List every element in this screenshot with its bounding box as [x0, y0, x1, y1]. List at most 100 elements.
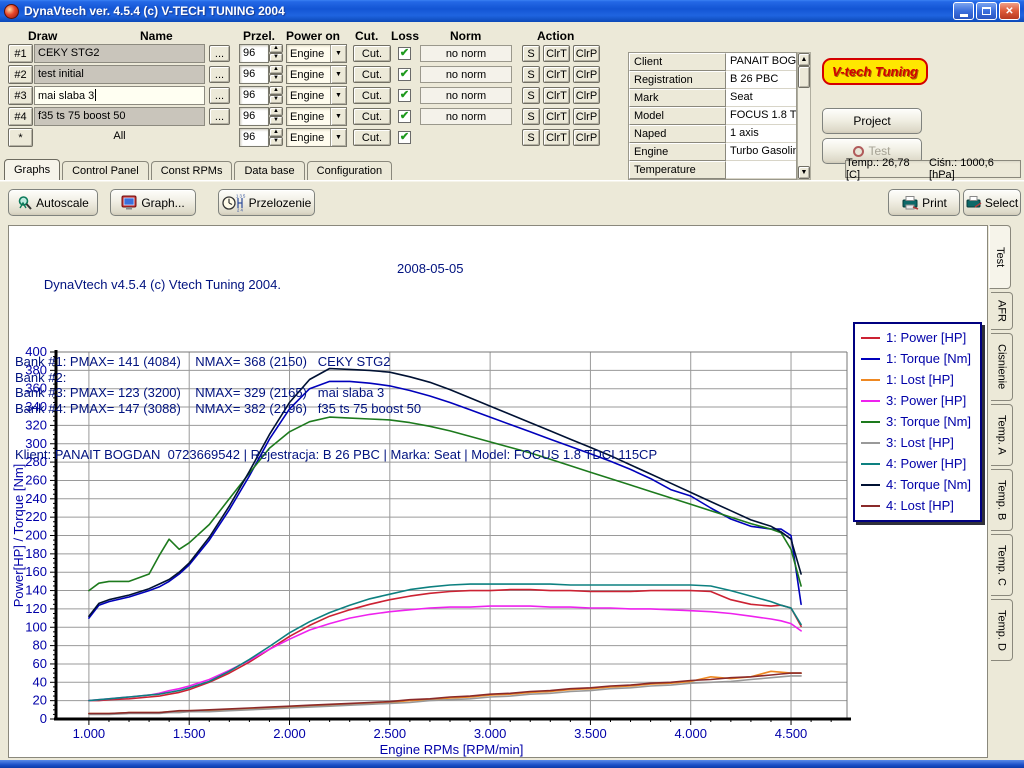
przel-value[interactable]: 96	[239, 44, 269, 63]
side-tab-temp-c[interactable]: Temp. C	[991, 534, 1013, 596]
side-tab-test[interactable]: Test	[989, 225, 1011, 289]
client-field-label: Registration	[629, 71, 726, 89]
spin-down-icon[interactable]: ▼	[269, 116, 283, 125]
browse-button[interactable]: ...	[209, 87, 230, 104]
norm-button[interactable]: no norm	[420, 108, 512, 125]
cut-button[interactable]: Cut.	[353, 45, 391, 62]
power-on-select[interactable]: Engine▼	[286, 65, 347, 84]
clrt-button[interactable]: ClrT	[543, 66, 570, 83]
tab-configuration[interactable]: Configuration	[307, 161, 392, 180]
client-field-value[interactable]: B 26 PBC	[726, 71, 797, 89]
clrt-button[interactable]: ClrT	[543, 45, 570, 62]
s-button[interactable]: S	[522, 108, 540, 125]
spin-up-icon[interactable]: ▲	[269, 107, 283, 116]
cut-button[interactable]: Cut.	[353, 87, 391, 104]
s-button[interactable]: S	[522, 66, 540, 83]
s-button[interactable]: S	[522, 87, 540, 104]
przel-spinner[interactable]: ▲▼	[269, 86, 283, 105]
graph-button[interactable]: Graph...	[110, 189, 196, 216]
client-field-value[interactable]: 1 axis	[726, 125, 797, 143]
cut-button[interactable]: Cut.	[353, 129, 391, 146]
norm-button[interactable]: no norm	[420, 87, 512, 104]
spin-down-icon[interactable]: ▼	[269, 74, 283, 83]
s-button[interactable]: S	[522, 129, 540, 146]
spin-down-icon[interactable]: ▼	[269, 53, 283, 62]
restore-button[interactable]	[976, 2, 997, 20]
spin-down-icon[interactable]: ▼	[269, 95, 283, 104]
przel-spinner[interactable]: ▲▼	[269, 44, 283, 63]
cut-button[interactable]: Cut.	[353, 66, 391, 83]
row-select-button[interactable]: *	[8, 128, 33, 147]
przel-value[interactable]: 96	[239, 86, 269, 105]
tab-const-rpms[interactable]: Const RPMs	[151, 161, 233, 180]
autoscale-button[interactable]: Autoscale	[8, 189, 98, 216]
clrt-button[interactable]: ClrT	[543, 87, 570, 104]
power-on-select[interactable]: Engine▼	[286, 128, 347, 147]
run-name-field[interactable]: test initial	[34, 65, 205, 84]
spin-up-icon[interactable]: ▲	[269, 65, 283, 74]
przel-value[interactable]: 96	[239, 107, 269, 126]
spin-up-icon[interactable]: ▲	[269, 44, 283, 53]
clrp-button[interactable]: ClrP	[573, 129, 600, 146]
project-button[interactable]: Project	[822, 108, 922, 134]
scroll-thumb[interactable]	[798, 66, 810, 88]
przelozenie-button[interactable]: 1 3 5 2 4 Przelozenie	[218, 189, 315, 216]
clrp-button[interactable]: ClrP	[573, 45, 600, 62]
print-button[interactable]: Print	[888, 189, 960, 216]
side-tab-temp-a[interactable]: Temp. A	[991, 404, 1013, 466]
norm-button[interactable]: no norm	[420, 66, 512, 83]
przel-spinner[interactable]: ▲▼	[269, 65, 283, 84]
browse-button[interactable]: ...	[209, 66, 230, 83]
row-select-button[interactable]: #4	[8, 107, 33, 126]
side-tab-cisnienie[interactable]: Cisnienie	[991, 333, 1013, 401]
side-tab-temp-b[interactable]: Temp. B	[991, 469, 1013, 531]
clrt-button[interactable]: ClrT	[543, 129, 570, 146]
power-on-select[interactable]: Engine▼	[286, 107, 347, 126]
client-scrollbar[interactable]: ▲ ▼	[797, 52, 811, 180]
run-name-field[interactable]: f35 ts 75 boost 50	[34, 107, 205, 126]
tab-data-base[interactable]: Data base	[234, 161, 304, 180]
s-button[interactable]: S	[522, 45, 540, 62]
power-on-select[interactable]: Engine▼	[286, 44, 347, 63]
select-button[interactable]: Select	[963, 189, 1021, 216]
clrp-button[interactable]: ClrP	[573, 108, 600, 125]
run-name-field[interactable]: mai slaba 3	[34, 86, 205, 105]
close-button[interactable]: ✕	[999, 2, 1020, 20]
browse-button[interactable]: ...	[209, 108, 230, 125]
power-on-select[interactable]: Engine▼	[286, 86, 347, 105]
client-field-value[interactable]: PANAIT BOGDAN	[726, 53, 797, 71]
norm-button[interactable]: no norm	[420, 45, 512, 62]
row-select-button[interactable]: #1	[8, 44, 33, 63]
scroll-up-button[interactable]: ▲	[798, 53, 810, 66]
side-tab-temp-d[interactable]: Temp. D	[991, 599, 1013, 661]
browse-button[interactable]: ...	[209, 45, 230, 62]
clrt-button[interactable]: ClrT	[543, 108, 570, 125]
loss-checkbox[interactable]: ✔	[398, 89, 411, 102]
spin-up-icon[interactable]: ▲	[269, 128, 283, 137]
spin-up-icon[interactable]: ▲	[269, 86, 283, 95]
row-select-button[interactable]: #3	[8, 86, 33, 105]
loss-checkbox[interactable]: ✔	[398, 68, 411, 81]
tab-graphs[interactable]: Graphs	[4, 159, 60, 180]
run-name-field[interactable]: CEKY STG2	[34, 44, 205, 63]
loss-checkbox[interactable]: ✔	[398, 47, 411, 60]
przel-value[interactable]: 96	[239, 65, 269, 84]
loss-checkbox[interactable]: ✔	[398, 131, 411, 144]
tab-control-panel[interactable]: Control Panel	[62, 161, 149, 180]
przel-spinner[interactable]: ▲▼	[269, 128, 283, 147]
loss-checkbox[interactable]: ✔	[398, 110, 411, 123]
client-field-value[interactable]	[726, 161, 797, 179]
przel-value[interactable]: 96	[239, 128, 269, 147]
row-select-button[interactable]: #2	[8, 65, 33, 84]
scroll-down-button[interactable]: ▼	[798, 166, 810, 179]
spin-down-icon[interactable]: ▼	[269, 137, 283, 146]
przel-spinner[interactable]: ▲▼	[269, 107, 283, 126]
client-field-value[interactable]: FOCUS 1.8 TDCI 115CP	[726, 107, 797, 125]
client-field-value[interactable]: Seat	[726, 89, 797, 107]
cut-button[interactable]: Cut.	[353, 108, 391, 125]
side-tab-afr[interactable]: AFR	[991, 292, 1013, 330]
clrp-button[interactable]: ClrP	[573, 87, 600, 104]
clrp-button[interactable]: ClrP	[573, 66, 600, 83]
minimize-button[interactable]	[953, 2, 974, 20]
client-field-value[interactable]: Turbo Gasoline	[726, 143, 797, 161]
